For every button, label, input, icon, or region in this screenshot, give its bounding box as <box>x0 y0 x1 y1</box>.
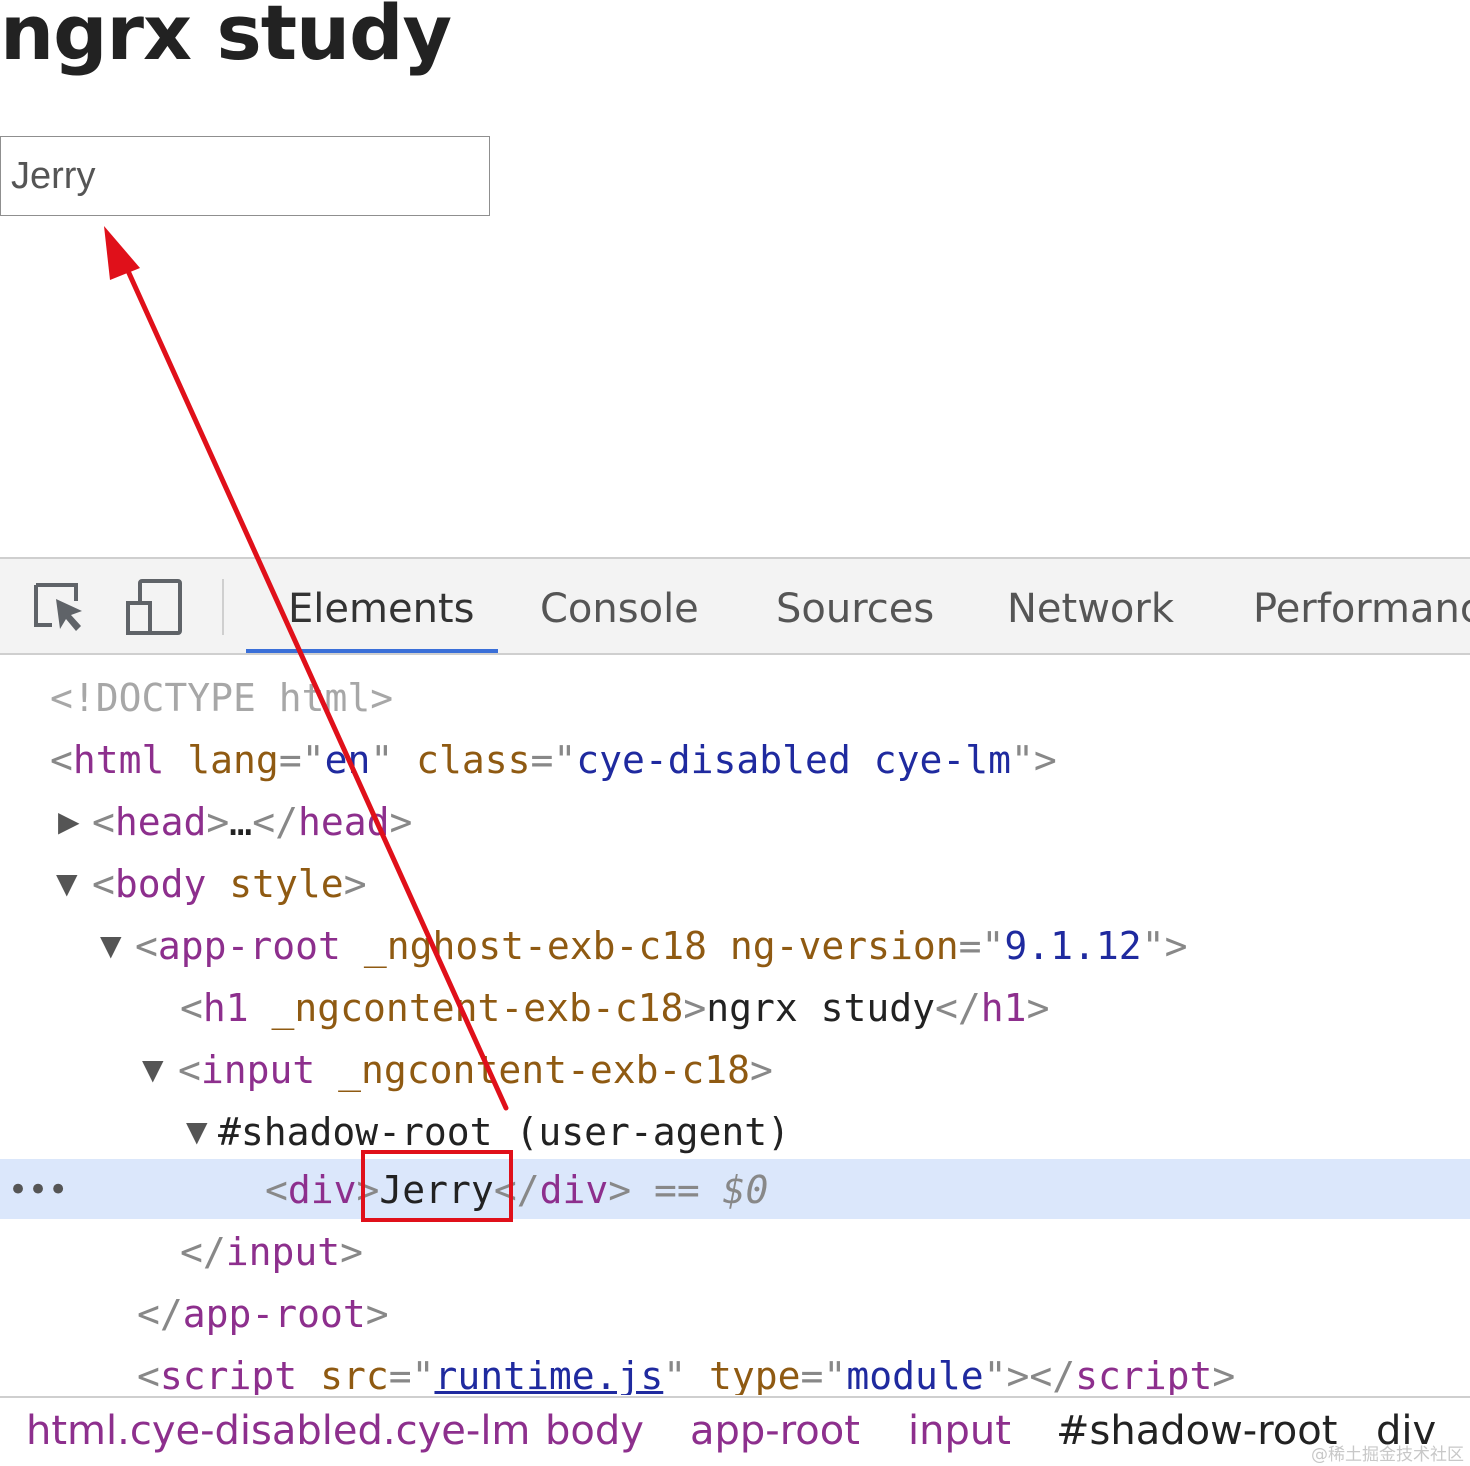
h1-close-tag: h1 <box>980 986 1027 1030</box>
body-attr-style: style <box>229 862 344 906</box>
collapse-triangle-icon[interactable]: ▼ <box>142 1039 164 1101</box>
h1-attr-ngcontent: _ngcontent-exb-c18 <box>271 986 684 1030</box>
elements-tree: <!DOCTYPE html> <html lang="en" class="c… <box>0 655 1470 1395</box>
tree-node-doctype[interactable]: <!DOCTYPE html> <box>0 667 1470 729</box>
tree-node-html[interactable]: <html lang="en" class="cye-disabled cye-… <box>0 729 1470 791</box>
selected-marker: == $0 <box>654 1168 769 1212</box>
script-tag: script <box>159 1354 298 1395</box>
tab-network[interactable]: Network <box>1007 559 1174 653</box>
head-close-tag: head <box>297 800 390 844</box>
tree-node-input-close[interactable]: </input> <box>0 1221 1470 1283</box>
page-title: ngrx study <box>0 0 452 77</box>
div-close-tag: div <box>539 1168 609 1212</box>
h1-text: ngrx study <box>706 986 936 1030</box>
breadcrumb-app-root[interactable]: app-root <box>690 1408 860 1454</box>
toolbar-separator <box>222 579 224 635</box>
tree-node-script[interactable]: <script src="runtime.js" type="module"><… <box>0 1345 1470 1395</box>
breadcrumb: html.cye-disabled.cye-lm body app-root i… <box>0 1396 1470 1466</box>
more-options-icon[interactable]: ••• <box>8 1159 68 1221</box>
script-attr-type: type <box>709 1354 801 1395</box>
tab-console[interactable]: Console <box>540 559 699 653</box>
doctype-text: <!DOCTYPE html> <box>50 676 394 720</box>
tree-node-head[interactable]: ▶ <head>…</head> <box>0 791 1470 853</box>
watermark: @稀土掘金技术社区 <box>1311 1445 1464 1465</box>
annotation-arrowhead <box>104 226 140 280</box>
input-attr-ngcontent: _ngcontent-exb-c18 <box>338 1048 750 1092</box>
breadcrumb-input[interactable]: input <box>908 1408 1011 1454</box>
shadow-root-label: #shadow-root <box>218 1110 493 1154</box>
app-root-ng-version-value: 9.1.12 <box>1004 924 1142 968</box>
tree-node-div-selected[interactable]: ••• <div>Jerry</div> == $0 <box>0 1159 1470 1219</box>
tab-elements[interactable]: Elements <box>288 559 474 653</box>
device-toolbar-icon[interactable] <box>124 577 184 637</box>
script-close-tag: script <box>1075 1354 1213 1395</box>
breadcrumb-shadow-root[interactable]: #shadow-root <box>1056 1408 1337 1454</box>
app-root-attr-ng-version: ng-version <box>729 924 959 968</box>
collapse-triangle-icon[interactable]: ▼ <box>56 853 78 915</box>
html-tag: html <box>72 738 165 782</box>
script-src-link[interactable]: runtime.js <box>434 1354 663 1395</box>
name-input[interactable] <box>0 136 490 216</box>
active-tab-indicator <box>246 649 498 653</box>
tree-node-input[interactable]: ▼ <input _ngcontent-exb-c18> <box>0 1039 1470 1101</box>
head-tag: head <box>114 800 207 844</box>
script-attr-src: src <box>320 1354 389 1395</box>
inspect-element-icon[interactable] <box>30 577 90 637</box>
html-attr-lang-value: en <box>324 738 371 782</box>
tree-node-app-root[interactable]: ▼ <app-root _nghost-exb-c18 ng-version="… <box>0 915 1470 977</box>
tab-sources[interactable]: Sources <box>776 559 934 653</box>
tree-node-body[interactable]: ▼ <body style> <box>0 853 1470 915</box>
devtools-toolbar: Elements Console Sources Network Perform… <box>0 557 1470 655</box>
breadcrumb-html[interactable]: html.cye-disabled.cye-lm <box>26 1408 530 1454</box>
input-close-tag: input <box>225 1230 341 1274</box>
head-ellipsis: … <box>229 800 253 844</box>
tab-performance[interactable]: Performanc <box>1253 559 1470 653</box>
div-tag: div <box>287 1168 357 1212</box>
app-root-close-tag: app-root <box>182 1292 366 1336</box>
breadcrumb-body[interactable]: body <box>545 1408 644 1454</box>
collapse-triangle-icon[interactable]: ▼ <box>186 1101 208 1163</box>
app-root-attr-nghost: _nghost-exb-c18 <box>363 924 707 968</box>
collapse-triangle-icon[interactable]: ▼ <box>100 915 122 977</box>
html-attr-lang: lang <box>187 738 279 782</box>
tree-node-h1[interactable]: <h1 _ngcontent-exb-c18>ngrx study</h1> <box>0 977 1470 1039</box>
html-attr-class: class <box>416 738 531 782</box>
tree-node-app-root-close[interactable]: </app-root> <box>0 1283 1470 1345</box>
tree-node-shadow-root[interactable]: ▼ #shadow-root (user-agent) <box>0 1101 1470 1163</box>
shadow-root-mode: (user-agent) <box>515 1110 790 1154</box>
expand-triangle-icon[interactable]: ▶ <box>58 791 80 853</box>
html-attr-class-value: cye-disabled cye-lm <box>576 738 1011 782</box>
h1-tag: h1 <box>202 986 249 1030</box>
body-tag: body <box>114 862 207 906</box>
input-tag: input <box>200 1048 316 1092</box>
app-root-tag: app-root <box>157 924 341 968</box>
annotation-highlight-box <box>361 1150 513 1222</box>
script-type-value: module <box>846 1354 984 1395</box>
